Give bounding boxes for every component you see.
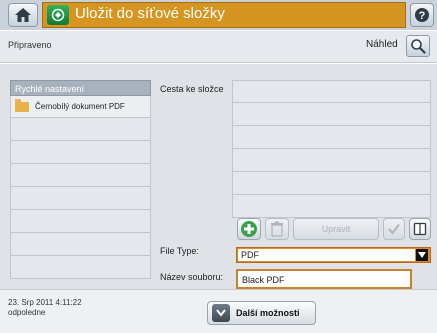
preview-button[interactable] <box>406 35 430 57</box>
quick-setting-empty-row <box>10 118 151 141</box>
status-text: Připraveno <box>8 40 52 50</box>
chevron-down-icon <box>416 249 428 261</box>
delete-folder-button[interactable] <box>265 218 289 240</box>
chevron-down-icon <box>212 304 230 322</box>
file-type-select[interactable]: PDF <box>236 247 431 263</box>
quick-setting-item[interactable]: Černobílý dokument PDF <box>10 96 151 118</box>
quick-setting-empty-row <box>10 233 151 256</box>
title-bar: Uložit do síťové složky ? <box>0 0 437 30</box>
date-time: 23. Srp 2011 4:11:22 odpoledne <box>8 298 82 318</box>
magnifier-icon <box>411 39 426 54</box>
address-book-button[interactable] <box>409 218 431 240</box>
folder-path-row[interactable] <box>232 103 431 126</box>
quick-setting-empty-row <box>10 256 151 279</box>
quick-setting-empty-row <box>10 187 151 210</box>
file-name-label: Název souboru: <box>160 272 224 282</box>
quick-setting-empty-row <box>10 141 151 164</box>
folder-path-label: Cesta ke složce <box>160 84 224 94</box>
quick-settings-header: Rychlé nastavení <box>10 80 151 96</box>
edit-folder-button[interactable]: Upravit <box>293 218 379 240</box>
add-folder-button[interactable] <box>237 218 261 240</box>
home-button[interactable] <box>8 3 38 27</box>
help-button[interactable]: ? <box>410 3 434 27</box>
add-icon <box>241 221 257 237</box>
title-panel: Uložit do síťové složky <box>42 2 406 28</box>
period-text: odpoledne <box>8 308 46 317</box>
status-bar: Připraveno Náhled <box>0 31 437 63</box>
folder-path-row[interactable] <box>232 172 431 195</box>
folder-path-row[interactable] <box>232 80 431 103</box>
edit-label: Upravit <box>321 224 351 234</box>
quick-setting-empty-row <box>10 164 151 187</box>
folder-icon <box>15 98 29 112</box>
preview-label: Náhled <box>366 39 398 50</box>
folder-toolbar: Upravit <box>237 218 431 242</box>
home-icon <box>15 8 31 22</box>
network-folder-icon <box>47 5 69 25</box>
folder-path-row[interactable] <box>232 149 431 172</box>
quick-setting-label: Černobílý dokument PDF <box>35 102 125 111</box>
file-name-input[interactable]: Black PDF <box>236 269 412 289</box>
confirm-button[interactable] <box>383 218 405 240</box>
file-type-value: PDF <box>238 249 415 261</box>
date-text: 23. Srp 2011 4:11:22 <box>8 298 82 307</box>
folder-path-row[interactable] <box>232 195 431 218</box>
quick-settings-list: Rychlé nastavení Černobílý dokument PDF <box>10 80 151 279</box>
quick-setting-empty-row <box>10 210 151 233</box>
folder-path-row[interactable] <box>232 126 431 149</box>
trash-icon <box>271 221 283 237</box>
help-icon: ? <box>415 8 429 22</box>
footer: 23. Srp 2011 4:11:22 odpoledne Další mož… <box>0 289 437 333</box>
more-options-button[interactable]: Další možnosti <box>207 301 316 325</box>
svg-text:?: ? <box>419 10 426 22</box>
page-title: Uložit do síťové složky <box>75 5 225 22</box>
more-options-label: Další možnosti <box>236 308 300 318</box>
checkmark-icon <box>388 223 400 235</box>
main-panel: Rychlé nastavení Černobílý dokument PDF … <box>0 64 437 289</box>
file-type-label: File Type: <box>160 246 199 256</box>
folder-path-list <box>232 80 431 218</box>
address-book-icon <box>413 222 427 236</box>
